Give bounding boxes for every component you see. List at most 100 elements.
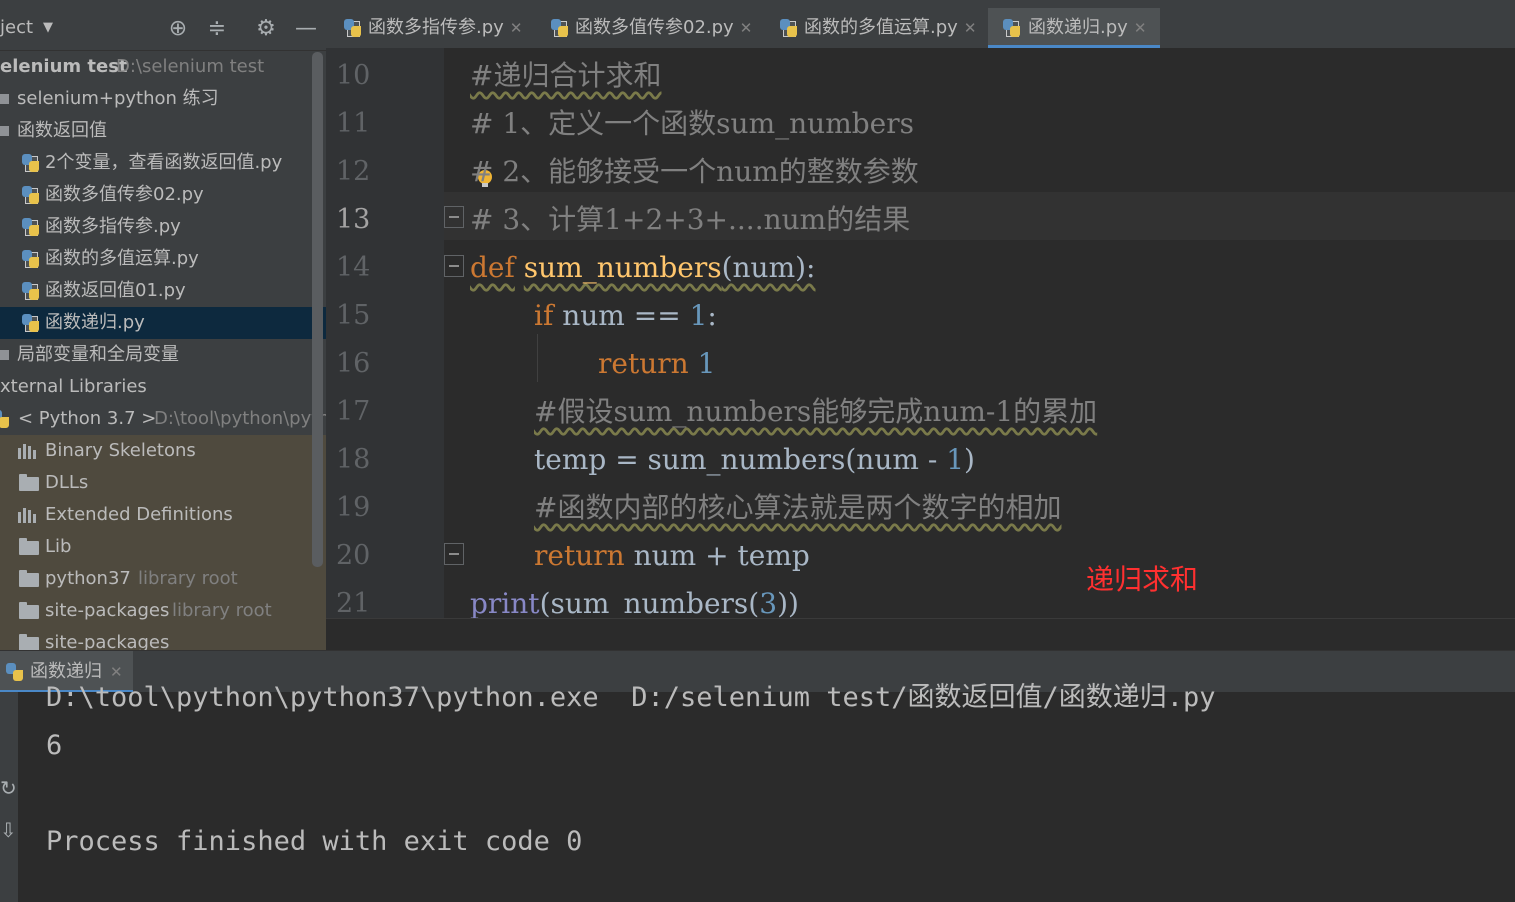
line-number: 17 [336,396,371,427]
comment: #函数内部的核心算法就是两个数字的相加 [534,491,1062,524]
function-name: sum_numbers [523,251,722,284]
line-number: 20 [336,540,371,571]
keyword: if [534,299,554,332]
keyword: def [470,251,515,284]
tree-item-annotation: library root [172,600,272,621]
tab-function-multi-param[interactable]: 函数多指传参.py ✕ [336,8,536,48]
crosshair-icon[interactable]: ⊕ [165,16,191,42]
tree-item-folder[interactable]: selenium+python 练习 [0,83,326,115]
folder-icon [19,634,39,650]
code-editor[interactable]: 10 11 12 13 14 15 16 17 18 19 20 21 #递归合… [326,48,1515,618]
fold-marker-icon[interactable] [444,206,464,228]
keyword: return [534,539,625,572]
code-line-13: # 3、计算1+2+3+....num的结果 [470,196,910,244]
python-file-icon [22,186,40,204]
tree-item-file[interactable]: 2个变量，查看函数返回值.py [0,147,326,179]
tree-item-label: Binary Skeletons [45,440,196,461]
project-view-selector[interactable]: ject ▼ [0,17,53,38]
tree-item-file-selected[interactable]: 函数递归.py [0,307,326,339]
tree-item-path: D:\tool\python\pyth [154,408,326,429]
folder-icon [19,538,39,555]
line-number: 15 [336,300,371,331]
line-number: 12 [336,156,371,187]
tree-item-file[interactable]: 函数多值传参02.py [0,179,326,211]
tree-item-label: 局部变量和全局变量 [17,344,179,365]
code-line-17: #假设sum_numbers能够完成num-1的累加 [534,388,1097,436]
project-title: ject [0,17,34,38]
pin-icon[interactable]: ⇩ [0,818,17,842]
folder-icon [19,474,39,491]
tab-function-multi-calc[interactable]: 函数的多值运算.py ✕ [774,8,984,48]
tree-item-sdk[interactable]: < Python 3.7 > D:\tool\python\pyth [0,403,326,435]
comment: 2、能够接受一个num的整数参数 [493,155,919,188]
code-line-21: print(sum_numbers(3)) [470,580,799,618]
chevron-down-icon[interactable]: ▼ [43,20,53,35]
run-console[interactable]: ↻ ⇩ D:\tool\python\python37\python.exe D… [0,682,1515,902]
gear-icon[interactable]: ⚙ [253,16,279,42]
code-line-20: return num + temp [534,532,810,580]
tree-item-library[interactable]: python37 library root [0,563,326,595]
minimize-icon[interactable]: — [293,16,319,42]
punctuation: ) [964,443,975,476]
tree-item-library[interactable]: site-packages [0,627,326,650]
line-number-current: 13 [336,204,371,235]
tree-item-library[interactable]: Extended Definitions [0,499,326,531]
console-output-line: 6 [46,730,63,761]
tree-item-external-libraries[interactable]: xternal Libraries [0,371,326,403]
comment: # 1、定义一个函数sum_numbers [470,107,914,140]
tree-item-file[interactable]: 函数多指传参.py [0,211,326,243]
python-file-icon [22,154,40,172]
keyword: return [598,347,689,380]
tree-item-folder[interactable]: 函数返回值 [0,115,326,147]
console-command-line: D:\tool\python\python37\python.exe D:/se… [46,682,1216,713]
tree-item-file[interactable]: 函数的多值运算.py [0,243,326,275]
line-number: 11 [336,108,371,139]
tab-function-multi-param-02[interactable]: 函数多值传参02.py ✕ [544,8,766,48]
line-number: 14 [336,252,371,283]
sidebar-scrollbar[interactable] [312,52,323,567]
tree-item-file[interactable]: 函数返回值01.py [0,275,326,307]
expression: (sum_numbers( [539,587,760,618]
tree-item-label: python37 [45,568,131,589]
tab-label: 函数的多值运算.py [804,17,958,38]
tree-item-label: 函数返回值 [17,120,107,141]
close-icon[interactable]: ✕ [1134,19,1147,37]
line-number: 16 [336,348,371,379]
tree-item-annotation: library root [138,568,238,589]
run-toolbar: ↻ ⇩ [0,692,18,902]
tree-item-label: site-packages [45,600,170,621]
tree-item-label: xternal Libraries [0,376,147,397]
fold-marker-icon[interactable] [444,543,464,565]
tree-item-label: elenium test [0,56,128,77]
tab-label: 函数多指传参.py [368,17,504,38]
tree-item-label: Lib [45,536,72,557]
tree-item-library[interactable]: DLLs [0,467,326,499]
indent-guide [537,334,538,382]
code-line-12: # 2、能够接受一个num的整数参数 [470,148,919,196]
collapse-icon[interactable]: ≑ [204,16,230,42]
folder-icon [0,350,9,360]
python-file-icon [1003,19,1021,37]
tree-item-library[interactable]: Binary Skeletons [0,435,326,467]
rerun-icon[interactable]: ↻ [0,776,17,800]
code-line-18: temp = sum_numbers(num - 1) [534,436,975,484]
code-line-10: #递归合计求和 [470,52,661,100]
close-icon[interactable]: ✕ [740,19,753,37]
tree-item-folder[interactable]: 局部变量和全局变量 [0,339,326,371]
python-file-icon [780,19,798,37]
line-number-gutter: 10 11 12 13 14 15 16 17 18 19 20 21 [326,48,444,618]
tree-item-library[interactable]: Lib [0,531,326,563]
expression: temp = sum_numbers(num - [534,443,947,476]
close-icon[interactable]: ✕ [964,19,977,37]
tree-item-library[interactable]: site-packages library root [0,595,326,627]
close-icon[interactable]: ✕ [510,19,523,37]
tab-function-recursion[interactable]: 函数递归.py ✕ [988,8,1160,48]
line-number: 21 [336,588,371,618]
params: (num): [721,251,816,284]
fold-marker-icon[interactable] [444,255,464,277]
folder-icon [19,570,39,587]
builtin: print [470,587,540,618]
python-file-icon [22,314,40,332]
project-panel: ject ▼ ⊕ ≑ ⚙ — elenium test D:\selenium t… [0,0,326,650]
tree-item-project-root[interactable]: elenium test D:\selenium test [0,51,326,83]
